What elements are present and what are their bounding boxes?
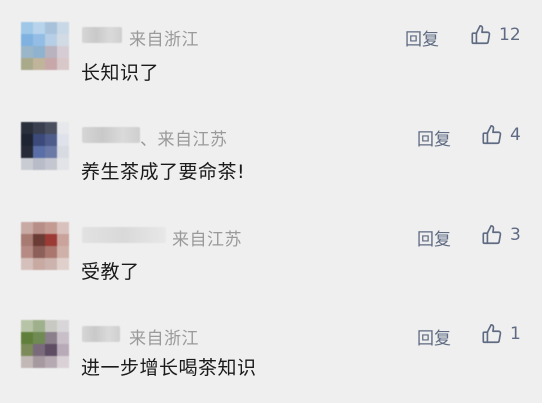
avatar[interactable]: [21, 222, 69, 270]
reply-button[interactable]: 回复: [417, 225, 451, 250]
comment-text: 进一步增长喝茶知识: [81, 357, 257, 379]
comment-item: 、来自江苏 回复 4 养生茶成了要命茶!: [0, 100, 542, 200]
avatar[interactable]: [21, 320, 69, 368]
comment-item: 来自浙江 回复 1 进一步增长喝茶知识: [0, 300, 542, 400]
thumbs-up-icon: [482, 225, 502, 245]
location-label: 来自江苏: [172, 230, 242, 250]
comment-text: 养生茶成了要命茶!: [81, 161, 246, 183]
commenter-name[interactable]: [82, 326, 120, 342]
like-button[interactable]: 12: [470, 24, 521, 46]
location-label: 来自浙江: [129, 30, 199, 50]
like-count: 3: [510, 225, 521, 245]
location-label: 、来自江苏: [140, 130, 228, 150]
commenter-name[interactable]: [82, 27, 122, 43]
comment-item: 来自浙江 回复 12 长知识了: [0, 0, 542, 100]
like-count: 1: [510, 324, 521, 344]
like-button[interactable]: 1: [481, 323, 521, 345]
comment-item: 来自江苏 回复 3 受教了: [0, 200, 542, 300]
commenter-name[interactable]: [82, 127, 140, 143]
comment-text: 长知识了: [81, 62, 160, 84]
location-label: 来自浙江: [129, 329, 199, 349]
reply-button[interactable]: 回复: [417, 324, 451, 349]
thumbs-up-icon: [482, 324, 502, 344]
reply-button[interactable]: 回复: [417, 125, 451, 150]
thumbs-up-icon: [482, 125, 502, 145]
like-button[interactable]: 3: [481, 224, 521, 246]
avatar[interactable]: [21, 22, 69, 70]
like-count: 4: [510, 125, 521, 145]
reply-button[interactable]: 回复: [405, 25, 439, 50]
like-count: 12: [499, 25, 521, 45]
commenter-name[interactable]: [82, 227, 166, 243]
avatar[interactable]: [21, 122, 69, 170]
like-button[interactable]: 4: [481, 124, 521, 146]
comment-text: 受教了: [81, 261, 140, 283]
thumbs-up-icon: [471, 25, 491, 45]
